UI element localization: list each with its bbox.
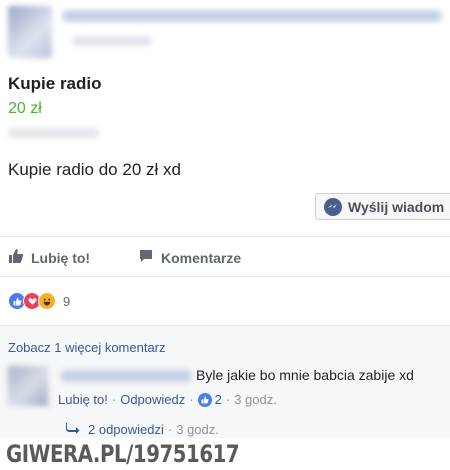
author-name-blurred[interactable] (62, 10, 442, 22)
divider (0, 276, 450, 277)
comment-label: Komentarze (161, 249, 242, 266)
separator: · (111, 392, 117, 407)
divider (0, 236, 450, 237)
watermark-text: GIWERA.PL/19751617 (6, 440, 240, 468)
listing-title: Kupie radio (8, 74, 102, 93)
view-more-comments-link[interactable]: Zobacz 1 więcej komentarz (8, 340, 166, 355)
listing-description: Kupie radio do 20 zł xd (8, 160, 181, 179)
separator: · (189, 392, 194, 407)
send-message-button[interactable]: Wyślij wiadom (315, 193, 450, 220)
reactions-summary[interactable]: 9 (8, 292, 70, 310)
reaction-count: 9 (63, 293, 71, 309)
haha-reaction-icon (38, 292, 56, 310)
separator: · (167, 422, 173, 437)
replies-time: 3 godz. (176, 422, 219, 437)
comment-time: 3 godz. (234, 392, 277, 407)
comment-text: Byle jakie bo mnie babcia zabije xd (196, 367, 414, 383)
comment-like-link[interactable]: Lubię to! (58, 392, 108, 407)
listing-price: 20 zł (8, 100, 42, 117)
thumbs-up-icon (8, 248, 24, 267)
replies-count-label[interactable]: 2 odpowiedzi (88, 422, 164, 437)
comment-meta: Lubię to! · Odpowiedz · 2 · 3 godz. (58, 392, 277, 407)
commenter-name-blurred[interactable] (60, 370, 192, 382)
watermark-bar: GIWERA.PL/19751617 (0, 438, 450, 470)
comment-icon (138, 248, 154, 267)
commenter-avatar[interactable] (8, 366, 48, 406)
view-replies-link[interactable]: 2 odpowiedzi · 3 godz. (66, 422, 219, 437)
author-avatar[interactable] (8, 6, 52, 58)
comment-like-count[interactable]: 2 (215, 392, 222, 407)
post-actions: Lubię to! Komentarze (0, 240, 450, 274)
listing-location-blurred (8, 128, 100, 138)
post-header (0, 0, 450, 70)
like-label: Lubię to! (31, 249, 91, 266)
reply-arrow-icon (66, 422, 80, 437)
messenger-icon (324, 197, 342, 216)
comment-button[interactable]: Komentarze (138, 248, 241, 267)
send-message-label: Wyślij wiadom (348, 198, 445, 215)
comment-reply-link[interactable]: Odpowiedz (120, 392, 185, 407)
comment-like-icon (197, 392, 212, 407)
separator: · (225, 392, 231, 407)
like-button[interactable]: Lubię to! (8, 248, 90, 267)
post-timestamp-blurred (72, 36, 152, 46)
